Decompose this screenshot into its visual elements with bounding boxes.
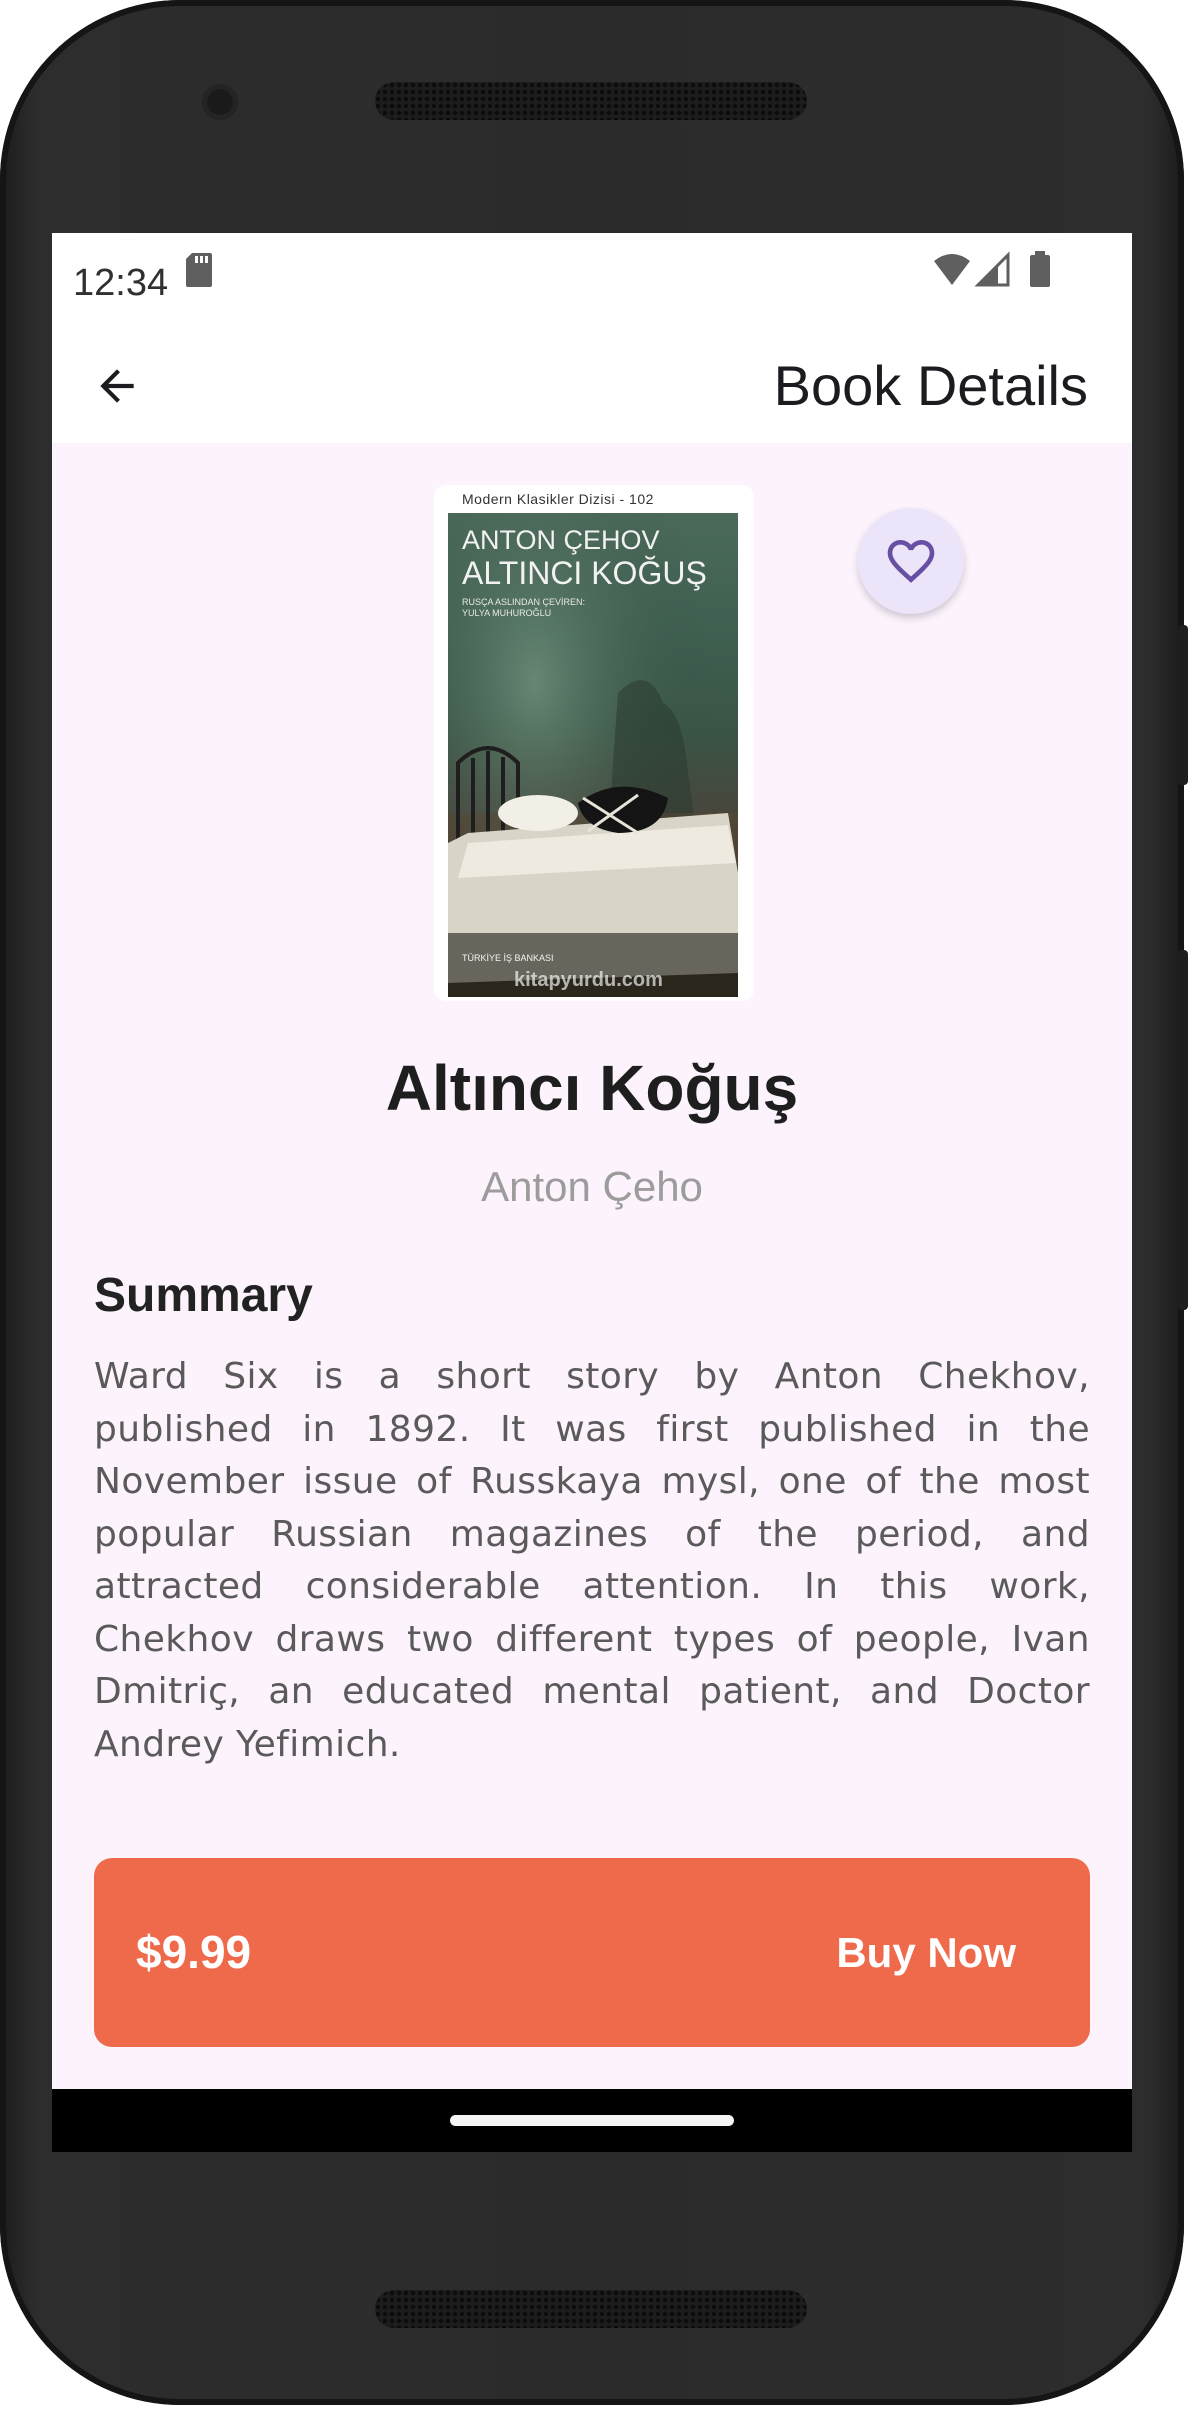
bottom-speaker xyxy=(375,2290,807,2328)
price-label: $9.99 xyxy=(136,1926,252,1978)
front-camera xyxy=(202,84,238,120)
cover-watermark: kitapyurdu.com xyxy=(514,969,663,991)
phone-frame: 12:34 Book Details ANTON ÇEHOV ALTINCI K… xyxy=(0,0,1188,2405)
page-title: Book Details xyxy=(773,354,1088,417)
app-screen: 12:34 Book Details ANTON ÇEHOV ALTINCI K… xyxy=(52,233,1132,2152)
book-cover-card: ANTON ÇEHOV ALTINCI KOĞUŞ RUSÇA ASLINDAN… xyxy=(434,485,754,1001)
top-speaker xyxy=(375,82,807,120)
signal-icon xyxy=(974,251,1010,287)
status-bar: 12:34 xyxy=(52,233,1132,329)
cover-series-text: Modern Klasikler Dizisi - 102 xyxy=(462,491,654,507)
cover-translator-text: RUSÇA ASLINDAN ÇEVİREN: YULYA MUHUROĞLU xyxy=(462,597,586,618)
heart-outline-icon xyxy=(887,540,935,583)
status-time: 12:34 xyxy=(73,262,169,304)
home-indicator[interactable] xyxy=(450,2115,734,2126)
status-icons xyxy=(934,251,1050,287)
battery-icon xyxy=(1030,251,1050,287)
wifi-icon xyxy=(934,254,970,285)
app-bar: Book Details xyxy=(52,329,1132,443)
arrow-back-icon xyxy=(100,369,134,403)
volume-button xyxy=(1178,950,1188,1310)
summary-text: Ward Six is a short story by Anton Chekh… xyxy=(94,1356,1090,1765)
summary-heading: Summary xyxy=(94,1269,313,1322)
cover-publisher-text: TÜRKİYE İŞ BANKASI xyxy=(462,953,554,963)
buy-now-label: Buy Now xyxy=(836,1929,1016,1976)
cover-author-text: ANTON ÇEHOV xyxy=(462,525,660,555)
buy-now-button[interactable]: $9.99 Buy Now xyxy=(94,1858,1090,2047)
sd-card-icon xyxy=(186,253,212,287)
favorite-button[interactable] xyxy=(858,508,964,614)
back-button[interactable] xyxy=(82,351,152,421)
power-button xyxy=(1178,625,1188,785)
cover-title-text: ALTINCI KOĞUŞ xyxy=(462,555,707,591)
book-title: Altıncı Koğuş xyxy=(385,1052,799,1124)
system-nav-bar xyxy=(52,2089,1132,2152)
book-author: Anton Çeho xyxy=(481,1163,703,1210)
book-cover-image: ANTON ÇEHOV ALTINCI KOĞUŞ RUSÇA ASLINDAN… xyxy=(448,513,738,997)
